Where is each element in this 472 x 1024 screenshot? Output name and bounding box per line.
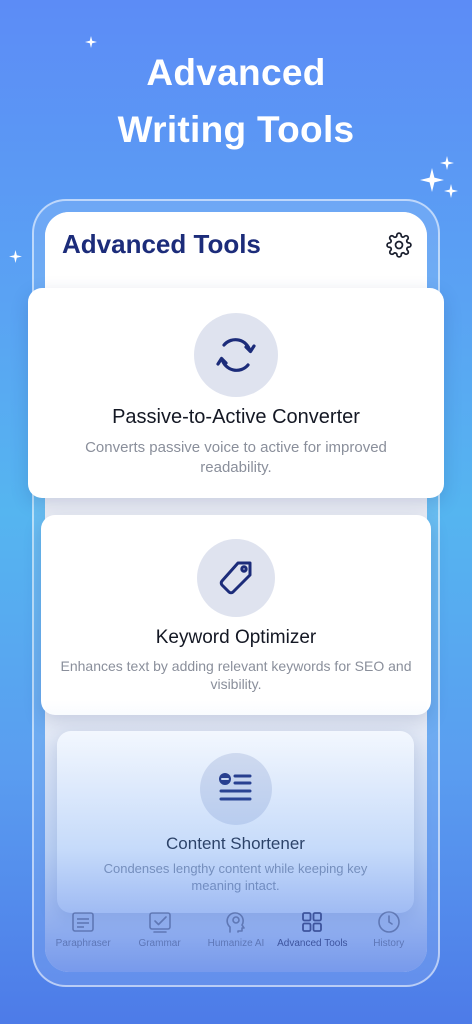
grid-icon <box>302 912 323 932</box>
card-title: Keyword Optimizer <box>155 627 317 648</box>
sparkle-icon <box>9 250 22 263</box>
clock-icon <box>377 911 400 933</box>
tab-humanize-ai[interactable]: Humanize AI <box>198 910 274 949</box>
tab-label: Paraphraser <box>55 938 111 949</box>
card-description: Condenses lengthy content while keeping … <box>103 861 368 893</box>
promo-headline: Advanced Writing Tools <box>0 44 472 158</box>
tab-history[interactable]: History <box>351 910 427 949</box>
gear-icon[interactable] <box>386 232 412 258</box>
refresh-icon <box>216 338 256 372</box>
tab-label: Grammar <box>138 938 181 949</box>
icon-circle <box>197 539 275 617</box>
tab-label: History <box>373 938 405 949</box>
tag-icon <box>219 561 252 595</box>
tool-card-content-shortener[interactable]: Content Shortener Condenses lengthy cont… <box>57 731 414 913</box>
tab-advanced-tools[interactable]: Advanced Tools <box>274 910 350 949</box>
card-title: Content Shortener <box>166 834 305 853</box>
tab-label: Advanced Tools <box>277 938 348 949</box>
tab-grammar[interactable]: Grammar <box>122 910 198 949</box>
tab-label: Humanize AI <box>207 938 265 949</box>
tool-card-keyword-optimizer[interactable]: Keyword Optimizer Enhances text by addin… <box>41 515 431 715</box>
card-description: Enhances text by adding relevant keyword… <box>60 658 412 693</box>
headline-line-2: Writing Tools <box>117 109 355 150</box>
sparkle-icon <box>420 168 444 192</box>
text-shorten-icon <box>219 773 252 801</box>
card-title: Passive-to-Active Converter <box>112 406 360 428</box>
headline-line-1: Advanced <box>146 52 326 93</box>
tool-card-passive-to-active[interactable]: Passive-to-Active Converter Converts pas… <box>28 288 444 498</box>
sparkle-icon <box>85 36 97 48</box>
tab-bar: Paraphraser Grammar Humanize AI Advanced… <box>45 910 427 960</box>
card-description: Converts passive voice to active for imp… <box>85 439 387 476</box>
tab-paraphraser[interactable]: Paraphraser <box>45 910 121 949</box>
sparkle-icon <box>444 184 458 198</box>
page-title: Advanced Tools <box>62 229 261 259</box>
document-icon <box>72 912 94 932</box>
screen-header: Advanced Tools <box>45 212 427 288</box>
brain-head-icon <box>226 912 245 933</box>
checkbox-icon <box>148 912 171 933</box>
icon-circle <box>200 753 272 825</box>
icon-circle <box>194 313 278 397</box>
